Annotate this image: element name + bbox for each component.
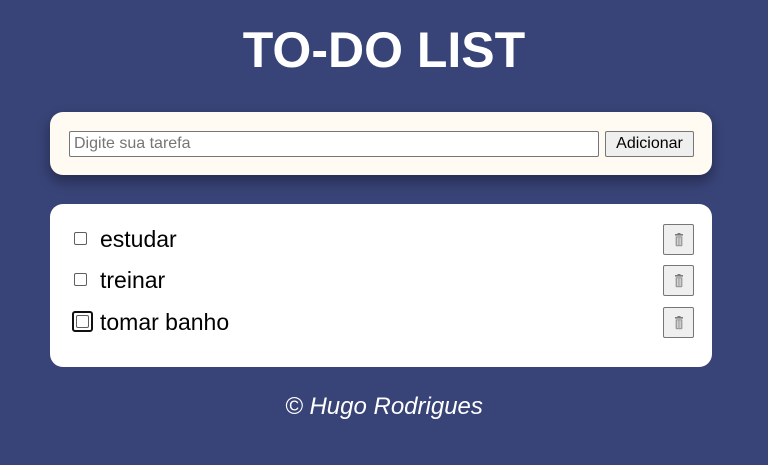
footer-copyright: © Hugo Rodrigues	[285, 393, 483, 420]
trash-icon	[674, 273, 683, 287]
list-item: estudar	[50, 222, 712, 256]
trash-icon	[674, 315, 683, 329]
task-label: estudar	[100, 226, 177, 252]
task-list: estudar treinar tomar banho	[50, 204, 712, 367]
task-checkbox[interactable]	[74, 232, 87, 245]
page-title: TO-DO LIST	[242, 22, 526, 78]
trash-icon	[674, 232, 683, 246]
delete-task-button[interactable]	[663, 224, 694, 255]
delete-task-button[interactable]	[663, 265, 694, 296]
task-checkbox[interactable]	[74, 273, 87, 286]
task-label: treinar	[100, 267, 166, 293]
task-label: tomar banho	[100, 309, 230, 335]
list-item: tomar banho	[50, 305, 712, 339]
task-input[interactable]	[69, 131, 599, 157]
add-task-button[interactable]: Adicionar	[605, 131, 694, 157]
add-task-form: Adicionar	[50, 112, 712, 175]
delete-task-button[interactable]	[663, 307, 694, 338]
task-checkbox[interactable]	[72, 311, 93, 332]
list-item: treinar	[50, 263, 712, 297]
